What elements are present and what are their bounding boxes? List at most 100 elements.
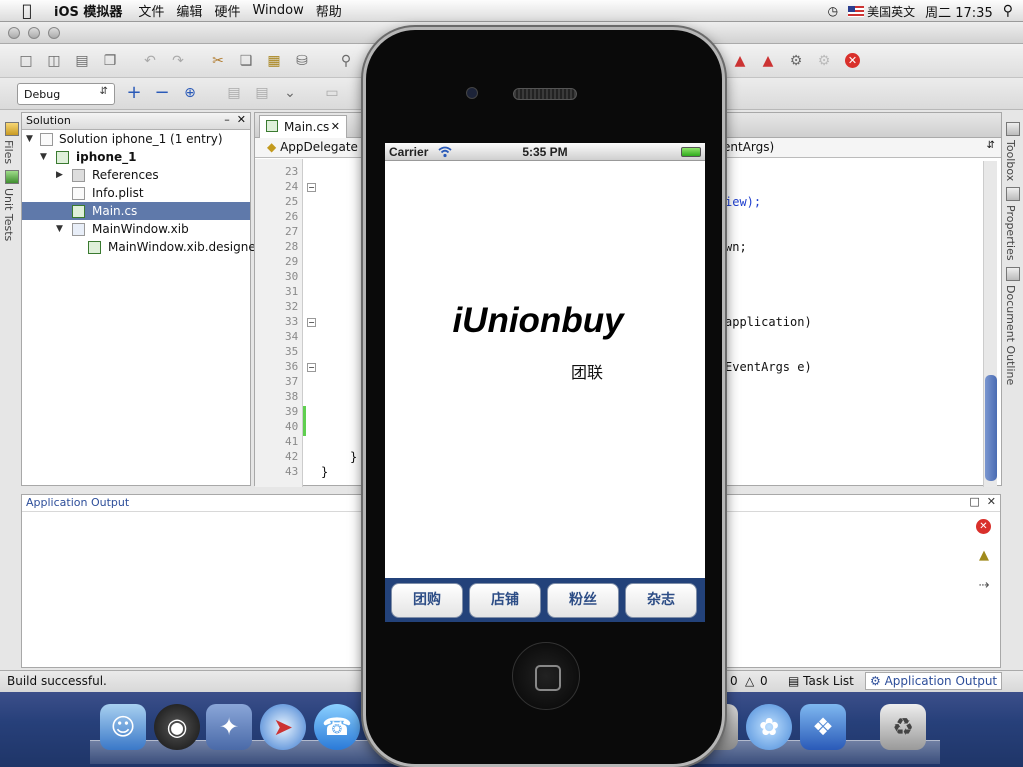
editor-vertical-scrollbar[interactable] bbox=[983, 161, 997, 487]
settings-gear-icon[interactable]: ⚙ bbox=[788, 53, 804, 69]
application-output-tab[interactable]: ⚙ Application Output bbox=[865, 672, 1003, 690]
tab-main-cs[interactable]: Main.cs ✕ bbox=[259, 115, 347, 138]
mail-stamp-icon[interactable]: ✦ bbox=[206, 704, 252, 750]
undo-icon[interactable]: ↶ bbox=[142, 53, 158, 69]
open-folder-icon[interactable]: ◫ bbox=[46, 53, 62, 69]
find-icon[interactable]: ⚲ bbox=[338, 53, 354, 69]
warning-count[interactable]: 0 bbox=[760, 674, 768, 688]
menu-file[interactable]: 文件 bbox=[138, 1, 176, 20]
save-icon[interactable]: ▤ bbox=[74, 53, 90, 69]
files-pad-tab[interactable]: Files bbox=[2, 140, 15, 164]
safari-icon[interactable]: ➤ bbox=[260, 704, 306, 750]
toolbox-pad-tab[interactable]: Toolbox bbox=[1004, 140, 1017, 181]
menu-help[interactable]: 帮助 bbox=[316, 1, 354, 20]
code-brace[interactable]: } bbox=[321, 465, 328, 479]
task-list-tab[interactable]: ▤ Task List bbox=[788, 674, 854, 688]
code-fragment[interactable]: application) bbox=[725, 315, 812, 329]
expanded-arrow-icon[interactable]: ▼ bbox=[26, 130, 33, 148]
document-outline-pad-tab[interactable]: Document Outline bbox=[1004, 285, 1017, 385]
apple-menu-icon[interactable]:  bbox=[0, 1, 54, 20]
tree-row-info-plist[interactable]: Info.plist bbox=[22, 184, 250, 202]
stop-icon[interactable]: ✕ bbox=[845, 53, 860, 68]
menu-window[interactable]: Window bbox=[252, 3, 315, 18]
properties-icon[interactable] bbox=[1006, 187, 1020, 202]
minimize-window-button[interactable] bbox=[28, 27, 40, 39]
properties-pad-tab[interactable]: Properties bbox=[1004, 205, 1017, 261]
files-pad-icon[interactable] bbox=[5, 122, 19, 136]
cut-icon[interactable]: ✂ bbox=[210, 53, 226, 69]
new-file-icon[interactable]: □ bbox=[18, 53, 34, 69]
trash-icon[interactable]: ♻ bbox=[880, 704, 926, 750]
center-icon[interactable]: ⊕ bbox=[182, 85, 198, 101]
menubar-clock[interactable]: 周二 17:35 bbox=[925, 2, 993, 21]
scrollbar-thumb[interactable] bbox=[985, 375, 997, 481]
select-arrows-icon[interactable]: ⇵ bbox=[987, 140, 995, 151]
class-nav-dropdown[interactable]: ◆ AppDelegate bbox=[267, 140, 358, 154]
clear-output-icon[interactable]: ▲ bbox=[976, 548, 992, 564]
xcode-icon[interactable]: ❖ bbox=[800, 704, 846, 750]
pad-controls[interactable]: □ ✕ bbox=[969, 495, 996, 508]
run-options-icon[interactable]: ⚙ bbox=[816, 53, 832, 69]
tab-fans-button[interactable]: 粉丝 bbox=[547, 583, 619, 618]
fold-marker-icon[interactable]: − bbox=[307, 318, 316, 327]
align-two-icon[interactable]: ▤ bbox=[254, 85, 270, 101]
unit-tests-icon[interactable] bbox=[5, 170, 19, 185]
toolbox-icon[interactable] bbox=[1006, 122, 1020, 136]
pin-icon[interactable]: ⇢ bbox=[976, 578, 992, 594]
stop-output-icon[interactable]: ✕ bbox=[976, 519, 991, 534]
monodevelop-icon[interactable]: ✿ bbox=[746, 704, 792, 750]
fold-marker-icon[interactable]: − bbox=[307, 183, 316, 192]
menu-edit[interactable]: 编辑 bbox=[176, 1, 214, 20]
error-count[interactable]: 0 bbox=[730, 674, 738, 688]
menu-hardware[interactable]: 硬件 bbox=[214, 1, 252, 20]
warning-icon[interactable]: △ bbox=[745, 674, 754, 688]
expanded-arrow-icon[interactable]: ▼ bbox=[56, 220, 63, 238]
home-button[interactable] bbox=[512, 642, 580, 710]
tree-row-solution[interactable]: ▼ Solution iphone_1 (1 entry) bbox=[22, 130, 250, 148]
document-outline-icon[interactable] bbox=[1006, 266, 1020, 281]
configuration-select[interactable]: Debug ⇵ bbox=[17, 83, 115, 105]
zoom-window-button[interactable] bbox=[48, 27, 60, 39]
time-machine-icon[interactable]: ◷ bbox=[828, 4, 838, 18]
dashboard-icon[interactable]: ◉ bbox=[154, 704, 200, 750]
tree-row-references[interactable]: ▶ References bbox=[22, 166, 250, 184]
tree-row-designer[interactable]: MainWindow.xib.designer bbox=[22, 238, 261, 256]
input-source-menu[interactable]: 美国英文 bbox=[848, 3, 915, 20]
paste-icon[interactable]: ▦ bbox=[266, 53, 282, 69]
rebuild-icon[interactable]: ▲ bbox=[760, 53, 776, 69]
pad-controls[interactable]: – ✕ bbox=[224, 113, 246, 126]
close-window-button[interactable] bbox=[8, 27, 20, 39]
ichat-icon[interactable]: ☎ bbox=[314, 704, 360, 750]
code-fragment[interactable]: iew); bbox=[725, 195, 761, 209]
tab-group-buy-button[interactable]: 团购 bbox=[391, 583, 463, 618]
remove-icon[interactable]: − bbox=[154, 84, 170, 102]
build-icon[interactable]: ▲ bbox=[732, 53, 748, 69]
add-icon[interactable]: + bbox=[126, 84, 142, 102]
copy-icon[interactable]: ❏ bbox=[238, 53, 254, 69]
close-tab-icon[interactable]: ✕ bbox=[331, 120, 340, 133]
code-fragment[interactable]: wn; bbox=[725, 240, 747, 254]
tree-row-mainwindow-xib[interactable]: ▼ MainWindow.xib bbox=[22, 220, 250, 238]
redo-icon[interactable]: ↷ bbox=[170, 53, 186, 69]
layout-icon[interactable]: ▭ bbox=[324, 85, 340, 101]
save-all-icon[interactable]: ❐ bbox=[102, 53, 118, 69]
collapsed-arrow-icon[interactable]: ▶ bbox=[56, 166, 63, 184]
expanded-arrow-icon[interactable]: ▼ bbox=[40, 148, 47, 166]
tree-row-project[interactable]: ▼ iphone_1 bbox=[22, 148, 250, 166]
fold-marker-icon[interactable]: − bbox=[307, 363, 316, 372]
code-fragment[interactable]: EventArgs e) bbox=[725, 360, 812, 374]
tab-magazine-button[interactable]: 杂志 bbox=[625, 583, 697, 618]
finder-icon[interactable]: ☺ bbox=[100, 704, 146, 750]
member-nav-label[interactable]: entArgs) bbox=[723, 140, 774, 154]
chevron-down-icon[interactable]: ⌄ bbox=[282, 85, 298, 101]
code-brace[interactable]: } bbox=[350, 450, 357, 464]
us-flag-icon bbox=[848, 5, 865, 17]
solution-pad-header: Solution – ✕ bbox=[22, 113, 250, 130]
spotlight-search-icon[interactable]: ⚲ bbox=[1003, 3, 1013, 19]
align-icon[interactable]: ▤ bbox=[226, 85, 242, 101]
tab-shops-button[interactable]: 店铺 bbox=[469, 583, 541, 618]
unit-tests-pad-tab[interactable]: Unit Tests bbox=[2, 188, 15, 241]
app-menu[interactable]: iOS 模拟器 bbox=[54, 1, 138, 20]
tree-row-main-cs[interactable]: Main.cs bbox=[22, 202, 250, 220]
database-icon[interactable]: ⛁ bbox=[294, 53, 310, 69]
